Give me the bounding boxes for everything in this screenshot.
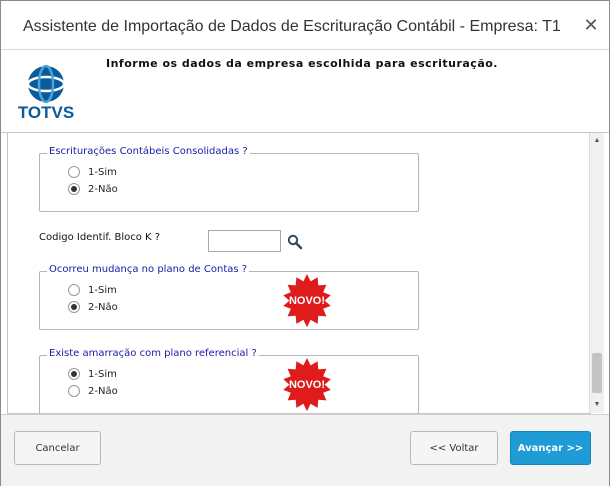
novo-badge-text: NOVO! [289,295,325,307]
radio-button[interactable] [68,301,80,313]
radio-label: 2-Não [88,183,118,195]
group-amarracao: Existe amarração com plano referencial ?… [39,348,419,413]
radio-amarracao-nao[interactable]: 2-Não [68,384,118,398]
bloco-k-input[interactable] [208,230,281,252]
radio-mudanca-sim[interactable]: 1-Sim [68,283,117,297]
close-icon[interactable]: ✕ [581,15,601,35]
back-button[interactable]: << Voltar [410,431,498,465]
radio-consolidadas-nao[interactable]: 2-Não [68,182,118,196]
group-mudanca-plano-legend: Ocorreu mudança no plano de Contas ? [47,264,250,275]
radio-label: 1-Sim [88,368,117,380]
group-amarracao-legend: Existe amarração com plano referencial ? [47,348,259,359]
bloco-k-label: Codigo Identif. Bloco K ? [39,232,161,243]
search-icon[interactable] [287,234,303,250]
cancel-button[interactable]: Cancelar [14,431,101,465]
totvs-logo: TOTVS [18,64,74,122]
radio-button[interactable] [68,368,80,380]
title-bar: Assistente de Importação de Dados de Esc… [1,1,609,50]
scroll-down-icon[interactable]: ▼ [590,399,604,411]
radio-label: 1-Sim [88,284,117,296]
novo-badge-text: NOVO! [289,379,325,391]
radio-mudanca-nao[interactable]: 2-Não [68,300,118,314]
group-consolidadas-legend: Escriturações Contábeis Consolidadas ? [47,146,250,157]
vertical-scrollbar[interactable]: ▲ ▼ [589,133,604,413]
logo-text: TOTVS [18,103,74,122]
radio-button[interactable] [68,183,80,195]
radio-label: 1-Sim [88,166,117,178]
radio-label: 2-Não [88,385,118,397]
group-consolidadas: Escriturações Contábeis Consolidadas ? 1… [39,146,419,212]
form-panel: Escriturações Contábeis Consolidadas ? 1… [7,133,591,414]
wizard-window: Assistente de Importação de Dados de Esc… [0,0,610,486]
novo-badge: NOVO! [283,274,331,327]
radio-amarracao-sim[interactable]: 1-Sim [68,367,117,381]
radio-button[interactable] [68,284,80,296]
radio-label: 2-Não [88,301,118,313]
window-title: Assistente de Importação de Dados de Esc… [23,18,561,35]
radio-button[interactable] [68,166,80,178]
group-mudanca-plano: Ocorreu mudança no plano de Contas ? 1-S… [39,264,419,330]
radio-button[interactable] [68,385,80,397]
scroll-thumb[interactable] [592,353,602,393]
scroll-up-icon[interactable]: ▲ [590,135,604,147]
wizard-footer: Cancelar << Voltar Avançar >> [1,414,609,486]
next-button[interactable]: Avançar >> [510,431,591,465]
novo-badge: NOVO! [283,358,331,411]
page-subtitle: Informe os dados da empresa escolhida pa… [106,57,498,70]
wizard-header: TOTVS Informe os dados da empresa escolh… [1,50,609,133]
radio-consolidadas-sim[interactable]: 1-Sim [68,165,117,179]
